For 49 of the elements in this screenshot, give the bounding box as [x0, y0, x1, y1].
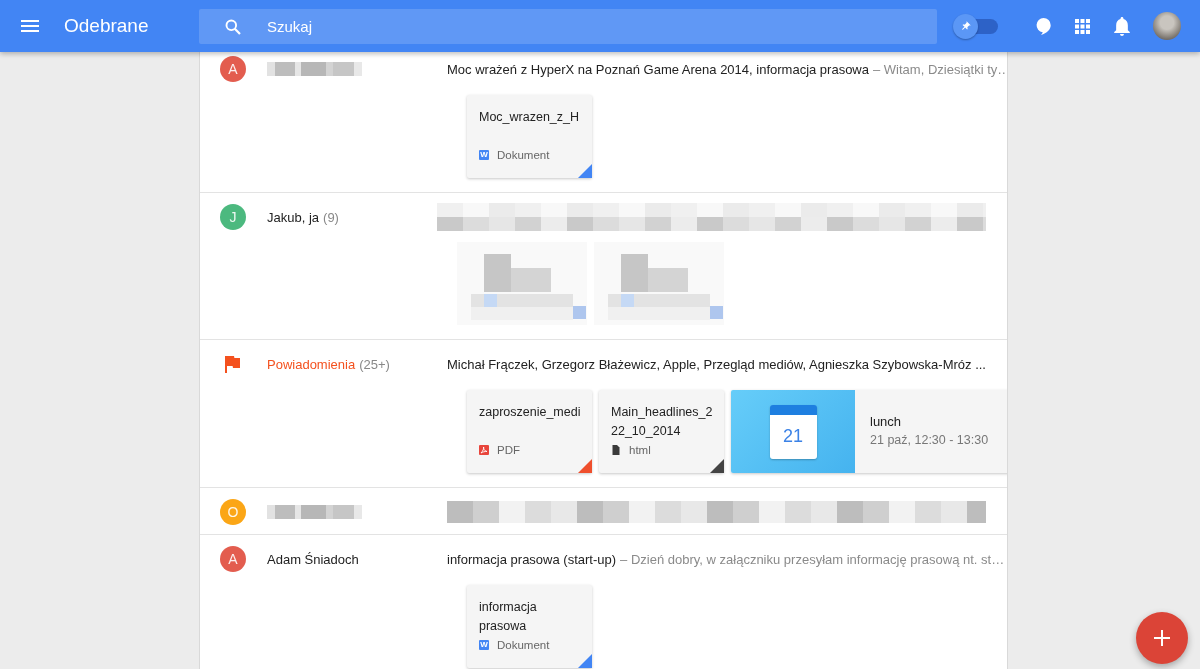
toggle-thumb[interactable]: [953, 13, 978, 39]
file-name: zaproszenie_medi: [479, 404, 582, 421]
compose-button[interactable]: [1136, 612, 1188, 664]
file-type: Dokument: [497, 149, 550, 161]
pin-toggle[interactable]: [953, 13, 998, 39]
sender-name: Adam Śniadoch: [267, 551, 359, 567]
email-snippet: – Witam, Dziesiątki ty…: [873, 61, 1007, 77]
menu-icon[interactable]: [21, 20, 39, 32]
sender-avatar: O: [220, 499, 246, 525]
attachment-card[interactable]: Moc_wrazen_z_H W Dokument: [467, 95, 592, 178]
file-icon: [611, 445, 621, 455]
message-count: (9): [323, 209, 339, 225]
file-type: html: [629, 444, 651, 456]
attachment-card[interactable]: Main_headlines_2 22_10_2014 html: [599, 390, 724, 473]
file-name: informacja prasowa: [479, 599, 538, 635]
sender-name: Jakub, ja: [267, 209, 320, 225]
corner-fold-icon: [578, 164, 592, 178]
apps-grid-icon[interactable]: [1075, 18, 1090, 34]
pin-icon: [960, 20, 971, 32]
pdf-icon: [479, 445, 489, 455]
calendar-icon: 21: [769, 404, 817, 459]
email-subject: informacja prasowa (start-up): [447, 551, 617, 567]
profile-avatar[interactable]: [1153, 12, 1181, 40]
event-time: 21 paź, 12:30 - 13:30: [870, 432, 990, 449]
file-type: Dokument: [497, 639, 550, 651]
email-snippet: – Dzień dobry, w załączniku przesyłam informację prasową nt. st…: [620, 551, 1005, 567]
bell-icon[interactable]: [1114, 16, 1130, 36]
speech-bubble-icon[interactable]: [1036, 17, 1051, 35]
sender-avatar: A: [220, 56, 246, 82]
document-icon: W: [479, 150, 489, 160]
email-subject: Michał Frączek, Grzegorz Błażewicz, Apple, Przegląd mediów, Agnieszka Szybowska-Mróz ...: [447, 356, 986, 372]
sender-avatar: A: [220, 546, 246, 572]
corner-fold-icon: [710, 459, 724, 473]
attachment-card[interactable]: informacja prasowa W Dokument: [467, 585, 592, 668]
file-name: Main_headlines_2 22_10_2014: [611, 404, 714, 440]
corner-fold-icon: [578, 654, 592, 668]
file-type: PDF: [497, 444, 520, 456]
page-title: Odebrane: [64, 15, 149, 37]
event-title: lunch: [870, 413, 903, 431]
message-count: (25+): [359, 356, 390, 372]
search-icon: [225, 18, 241, 35]
file-name: Moc_wrazen_z_H: [479, 109, 581, 126]
sender-avatar: J: [220, 204, 246, 230]
sender-name: Powiadomienia: [267, 356, 356, 372]
attachment-card[interactable]: zaproszenie_medi PDF: [467, 390, 592, 473]
document-icon: W: [479, 640, 489, 650]
corner-fold-icon: [578, 459, 592, 473]
email-subject: Moc wrażeń z HyperX na Poznań Game Arena 2014, informacja prasowa: [447, 61, 869, 77]
plus-icon: [1154, 630, 1170, 646]
